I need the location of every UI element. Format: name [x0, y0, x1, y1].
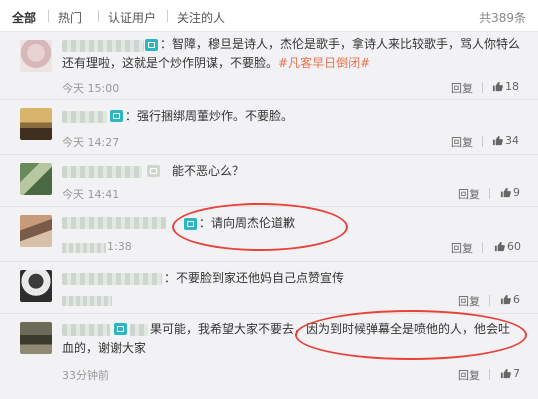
comment-time: 今天 15:00 — [62, 82, 120, 95]
username-blurred[interactable] — [62, 40, 144, 52]
comment-text: 还有理啦，这就是个炒作阴谋，不要脸。#凡客早日倒闭# — [62, 56, 371, 70]
reply-button[interactable]: 回复 — [458, 293, 480, 309]
comment-time: 1:38 — [107, 240, 132, 253]
comment-item: ：强行捆绑周董炒作。不要脸。 今天 14:27 回复 34 — [0, 100, 538, 155]
tab-divider — [98, 10, 99, 22]
tab-divider — [167, 10, 168, 22]
action-divider — [489, 295, 490, 306]
username-blurred[interactable] — [62, 166, 142, 178]
verified-badge-icon — [147, 165, 160, 177]
like-button[interactable]: 18 — [492, 80, 519, 93]
time-blurred — [62, 296, 112, 306]
thumbs-up-icon — [500, 187, 511, 198]
thumbs-up-icon — [492, 135, 503, 146]
comment-text: ：智障，穆旦是诗人，杰伦是歌手，拿诗人来比较歌手，骂人你特么 — [160, 37, 521, 51]
action-divider — [482, 136, 483, 147]
verified-badge-icon — [110, 110, 123, 122]
action-divider — [482, 82, 483, 93]
reply-button[interactable]: 回复 — [451, 134, 473, 150]
comment-item: 能不恶心么？ 今天 14:41 回复 9 — [0, 155, 538, 207]
tab-following[interactable]: 关注的人 — [177, 9, 225, 26]
like-button[interactable]: 9 — [500, 186, 520, 199]
comment-item: ：请向周杰伦道歉 1:38 回复 60 — [0, 207, 538, 262]
like-button[interactable]: 7 — [500, 367, 520, 380]
thumbs-up-icon — [494, 241, 505, 252]
comment-text: 血的，谢谢大家 — [62, 341, 147, 355]
topic-tag[interactable]: #凡客早日倒闭# — [278, 56, 370, 70]
avatar[interactable] — [20, 40, 52, 72]
comment-item: 果可能，我希望大家不要去，因为到时候弹幕全是喷他的人，他会吐 血的，谢谢大家 3… — [0, 314, 538, 399]
time-blurred — [62, 243, 106, 253]
comment-text: ：强行捆绑周董炒作。不要脸。 — [125, 109, 294, 123]
tab-all[interactable]: 全部 — [12, 9, 36, 26]
thumbs-up-icon — [492, 81, 503, 92]
username-blurred[interactable] — [62, 217, 166, 229]
comment-text: 果可能，我希望大家不要去，因为到时候弹幕全是喷他的人，他会吐 — [150, 322, 511, 336]
verified-badge-icon — [114, 323, 127, 335]
like-button[interactable]: 60 — [494, 240, 521, 253]
thumbs-up-icon — [500, 294, 511, 305]
comment-count: 共389条 — [479, 11, 526, 25]
comment-panel: 全部 热门 认证用户 关注的人 共389条 ：智障，穆旦是诗人，杰伦是歌手，拿诗… — [0, 0, 538, 399]
like-button[interactable]: 34 — [492, 134, 519, 147]
comment-time: 今天 14:41 — [62, 188, 120, 201]
action-divider — [482, 242, 483, 253]
action-divider — [489, 188, 490, 199]
reply-button[interactable]: 回复 — [458, 367, 480, 383]
comment-item: ：不要脸到家还他妈自己点赞宣传 回复 6 — [0, 262, 538, 314]
like-button[interactable]: 6 — [500, 293, 520, 306]
avatar[interactable] — [20, 270, 52, 302]
comment-time: 今天 14:27 — [62, 136, 120, 149]
tab-verified-users[interactable]: 认证用户 — [108, 9, 156, 26]
username-blurred[interactable] — [62, 324, 110, 336]
username-blurred[interactable] — [62, 111, 107, 123]
comment-filter-tabs: 全部 热门 认证用户 关注的人 共389条 — [0, 0, 538, 32]
verified-badge-icon — [184, 218, 197, 230]
reply-button[interactable]: 回复 — [451, 240, 473, 256]
reply-button[interactable]: 回复 — [451, 80, 473, 96]
text-blurred — [130, 324, 148, 336]
reply-button[interactable]: 回复 — [458, 186, 480, 202]
verified-badge-icon — [145, 39, 158, 51]
avatar[interactable] — [20, 108, 52, 140]
tab-hot[interactable]: 热门 — [58, 9, 82, 26]
comment-text: ：不要脸到家还他妈自己点赞宣传 — [164, 271, 345, 285]
comment-item: ：智障，穆旦是诗人，杰伦是歌手，拿诗人来比较歌手，骂人你特么 还有理啦，这就是个… — [0, 32, 538, 100]
tab-divider — [48, 10, 49, 22]
thumbs-up-icon — [500, 368, 511, 379]
avatar[interactable] — [20, 215, 52, 247]
comment-time: 33分钟前 — [62, 369, 109, 382]
avatar[interactable] — [20, 163, 52, 195]
username-blurred[interactable] — [62, 273, 162, 285]
comment-text: 能不恶心么？ — [172, 164, 245, 178]
avatar[interactable] — [20, 322, 52, 354]
action-divider — [489, 369, 490, 380]
comment-text: ：请向周杰伦道歉 — [199, 216, 296, 230]
